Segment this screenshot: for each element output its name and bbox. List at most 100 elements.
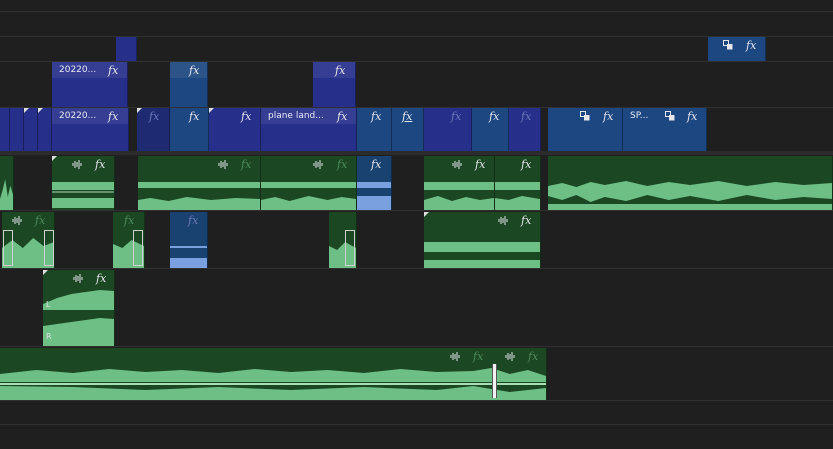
fx-badge-icon[interactable]: fx [241, 110, 251, 123]
video-clip-v1[interactable]: fx [357, 108, 392, 151]
audio-clip-a1[interactable]: fx [424, 156, 495, 210]
nested-sequence-icon [665, 111, 675, 121]
fx-badge-icon[interactable]: fx [521, 158, 531, 171]
video-clip-v1[interactable] [10, 108, 24, 151]
audio-clip-a1[interactable]: fx [261, 156, 357, 210]
fx-badge-icon[interactable]: fx [746, 39, 756, 52]
fx-badge-icon[interactable]: fx [189, 110, 199, 123]
video-clip-v1[interactable]: fx [472, 108, 509, 151]
track-divider [0, 268, 833, 269]
audio-clip-a1[interactable]: fx [52, 156, 115, 210]
fx-badge-icon[interactable]: fx [528, 350, 538, 363]
video-clip-v1[interactable]: fx [137, 108, 170, 151]
audio-waveform [261, 180, 356, 210]
trim-handle-out[interactable] [345, 230, 355, 266]
fx-badge-icon[interactable]: fx [335, 64, 345, 77]
trim-handle-out[interactable] [44, 230, 54, 266]
fx-badge-icon[interactable]: fx [189, 64, 199, 77]
video-clip-v2[interactable]: 20220... fx [52, 62, 128, 107]
fx-badge-icon[interactable]: fx [108, 64, 118, 77]
video-clip-v1[interactable] [38, 108, 52, 151]
audio-clip-a2[interactable] [329, 212, 357, 268]
video-clip-v2[interactable]: fx [170, 62, 208, 107]
fx-badge-icon[interactable]: fx [603, 110, 613, 123]
video-clip-v1[interactable]: fx [392, 108, 424, 151]
video-clip-v1-nested[interactable]: SP... fx [623, 108, 707, 151]
fx-badge-icon[interactable]: fx [337, 110, 347, 123]
audio-waveform [52, 178, 114, 210]
video-clip-v2[interactable]: fx [313, 62, 356, 107]
fx-badge-icon[interactable]: fx [371, 158, 381, 171]
fx-badge-icon[interactable]: fx [188, 214, 198, 227]
audio-waveform [170, 236, 207, 268]
audio-waveform-icon [498, 216, 508, 225]
nested-sequence-icon [580, 111, 590, 121]
video-audio-divider [0, 151, 833, 155]
fx-badge-icon[interactable]: fx [473, 350, 483, 363]
fx-badge-icon[interactable]: fx [149, 110, 159, 123]
audio-clip-a2[interactable]: fx [2, 212, 55, 268]
fx-badge-icon[interactable]: fx [475, 158, 485, 171]
audio-waveform-icon [450, 352, 460, 361]
audio-clip-a1[interactable]: fx [495, 156, 541, 210]
audio-waveform [548, 170, 832, 210]
audio-waveform [357, 182, 391, 210]
video-clip-v1[interactable]: fx [170, 108, 209, 151]
audio-waveform [0, 166, 13, 210]
fx-badge-icon[interactable]: fx [35, 214, 45, 227]
video-clip-v1[interactable]: plane land... fx [261, 108, 357, 151]
fx-badge-icon[interactable]: fx [402, 110, 412, 123]
fx-badge-icon[interactable]: fx [95, 158, 105, 171]
clip-start-marker [209, 108, 214, 113]
clip-header [313, 62, 355, 78]
audio-waveform [0, 364, 546, 400]
clip-name: plane land... [268, 111, 324, 121]
video-clip-v1[interactable]: fx [424, 108, 472, 151]
audio-clip-a3-stereo[interactable]: fx L R [43, 270, 115, 346]
fx-badge-icon[interactable]: fx [687, 110, 697, 123]
clip-start-marker [424, 212, 429, 217]
trim-handle-in[interactable] [3, 230, 13, 266]
video-clip-v1[interactable]: fx [209, 108, 261, 151]
track-divider [0, 11, 833, 12]
fx-badge-icon[interactable]: fx [451, 110, 461, 123]
video-clip-v1[interactable] [24, 108, 38, 151]
audio-clip-a1[interactable] [0, 156, 14, 210]
fx-badge-icon[interactable]: fx [521, 110, 531, 123]
video-clip-v3[interactable] [116, 37, 137, 61]
edit-point-marker[interactable] [492, 364, 497, 398]
audio-waveform-icon [313, 160, 323, 169]
video-clip-v3-nested[interactable]: fx [708, 37, 766, 61]
audio-waveform-icon [12, 216, 22, 225]
video-clip-v1[interactable] [0, 108, 10, 151]
audio-waveform-icon [218, 160, 228, 169]
timeline-panel[interactable]: fx 20220... fx fx fx 20220... fx fx fx f… [0, 0, 833, 449]
clip-name: 20220... [59, 111, 97, 121]
audio-clip-a2[interactable]: fx [170, 212, 208, 268]
audio-clip-a1[interactable] [548, 156, 833, 210]
track-divider [0, 424, 833, 425]
video-clip-v1[interactable]: 20220... fx [52, 108, 129, 151]
fx-badge-icon[interactable]: fx [371, 110, 381, 123]
audio-clip-a2[interactable]: fx [113, 212, 145, 268]
fx-badge-icon[interactable]: fx [489, 110, 499, 123]
fx-badge-icon[interactable]: fx [241, 158, 251, 171]
fx-badge-icon[interactable]: fx [521, 214, 531, 227]
audio-clip-a1[interactable]: fx [138, 156, 261, 210]
clip-start-marker [24, 108, 29, 113]
audio-waveform [495, 180, 540, 210]
fx-badge-icon[interactable]: fx [96, 272, 106, 285]
track-divider [0, 346, 833, 347]
video-clip-v1[interactable]: fx [509, 108, 541, 151]
audio-waveform [424, 180, 494, 210]
channel-label-right: R [46, 332, 52, 341]
video-clip-v1-nested[interactable]: fx [548, 108, 623, 151]
audio-clip-a4[interactable]: fx fx [0, 348, 547, 400]
fx-badge-icon[interactable]: fx [337, 158, 347, 171]
trim-handle-out[interactable] [133, 230, 143, 266]
fx-badge-icon[interactable]: fx [108, 110, 118, 123]
audio-waveform-icon [505, 352, 515, 361]
fx-badge-icon[interactable]: fx [124, 214, 134, 227]
audio-clip-a2[interactable]: fx [424, 212, 541, 268]
audio-clip-a1[interactable]: fx [357, 156, 392, 210]
